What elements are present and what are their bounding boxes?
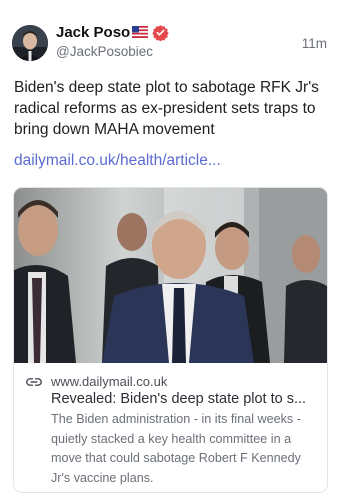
- link-preview-image[interactable]: [14, 188, 327, 363]
- avatar[interactable]: [12, 25, 48, 61]
- post-link[interactable]: dailymail.co.uk/health/article...: [14, 152, 221, 170]
- post-card: Jack Poso @JackPosobiec 11m Biden's deep…: [0, 0, 341, 500]
- post-text: Biden's deep state plot to sabotage RFK …: [14, 79, 319, 138]
- author-name[interactable]: Jack Poso: [56, 24, 130, 41]
- link-icon: [26, 378, 42, 386]
- card-title[interactable]: Revealed: Biden's deep state plot to s..…: [51, 391, 321, 407]
- link-preview-card[interactable]: www.dailymail.co.uk Revealed: Biden's de…: [13, 187, 328, 493]
- verified-badge-icon: [152, 25, 169, 41]
- us-flag-icon: [132, 26, 148, 38]
- post-timestamp[interactable]: 11m: [302, 36, 327, 51]
- card-domain: www.dailymail.co.uk: [51, 374, 168, 389]
- author-handle[interactable]: @JackPosobiec: [56, 44, 153, 59]
- card-description: The Biden administration - in its final …: [51, 412, 301, 485]
